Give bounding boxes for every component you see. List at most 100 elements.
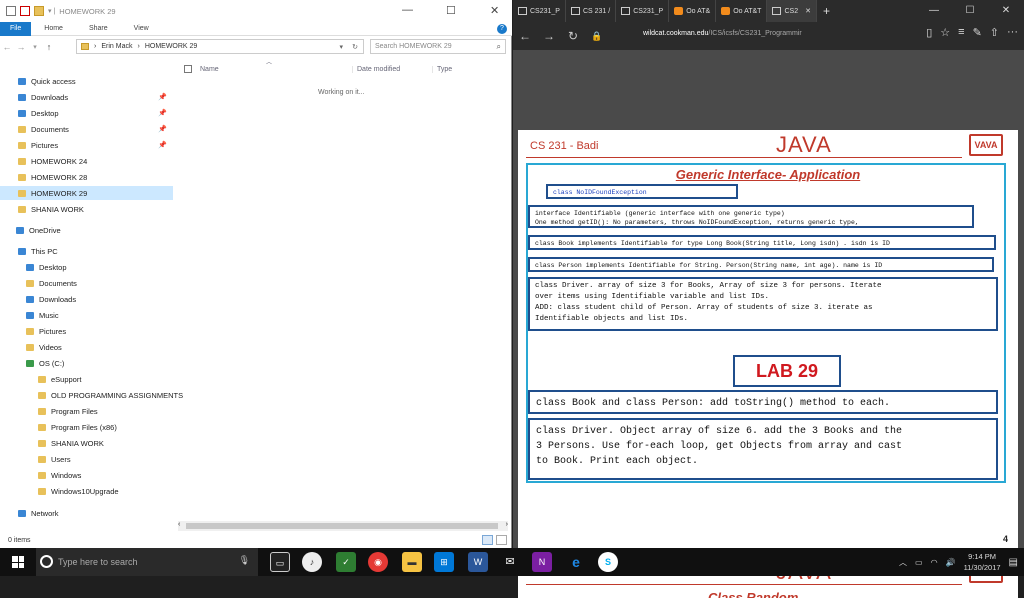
minimize-button[interactable]: — bbox=[916, 0, 952, 22]
favorite-star-icon[interactable]: ☆ bbox=[940, 26, 950, 39]
tab-file[interactable]: File bbox=[0, 21, 32, 36]
quick-access-dropdown-icon[interactable]: ▾ | bbox=[48, 7, 55, 15]
nav-item-program-files[interactable]: Program Files bbox=[38, 404, 193, 418]
back-icon[interactable]: ← bbox=[513, 29, 537, 43]
nav-item-desktop[interactable]: Desktop 📌 bbox=[18, 106, 173, 120]
pin-icon[interactable]: 📌 bbox=[158, 109, 167, 117]
address-input[interactable]: › Erin Mack › HOMEWORK 29 ▾ ↻ bbox=[76, 39, 364, 54]
nav-item-this-pc[interactable]: This PC bbox=[18, 244, 173, 258]
volume-icon[interactable]: 🔊 bbox=[946, 558, 956, 567]
tab-share[interactable]: Share bbox=[76, 22, 121, 36]
network-tray-icon[interactable]: ▭ bbox=[915, 558, 923, 567]
taskbar-search-input[interactable]: Type here to search 🎙 bbox=[36, 548, 258, 576]
scroll-left-icon[interactable]: ‹ bbox=[178, 521, 180, 528]
mail-icon[interactable]: ✉ bbox=[500, 552, 520, 572]
breadcrumb-erin-mack[interactable]: Erin Mack bbox=[101, 43, 132, 50]
up-icon[interactable]: ↑ bbox=[42, 42, 56, 52]
task-view-icon[interactable]: ▭ bbox=[270, 552, 290, 572]
tab-view[interactable]: View bbox=[121, 22, 162, 36]
action-center-icon[interactable]: ▤ bbox=[1009, 557, 1018, 568]
quick-access-properties-icon[interactable] bbox=[6, 6, 16, 16]
help-icon[interactable]: ? bbox=[497, 24, 507, 34]
chrome-icon[interactable]: ◉ bbox=[368, 552, 388, 572]
horizontal-scrollbar[interactable]: ‹ › bbox=[178, 521, 508, 531]
nav-item-onedrive[interactable]: OneDrive bbox=[16, 223, 171, 237]
cortana-icon[interactable] bbox=[40, 555, 53, 568]
forward-icon[interactable]: → bbox=[537, 29, 561, 43]
pin-icon[interactable]: 📌 bbox=[158, 125, 167, 133]
pin-icon[interactable]: 📌 bbox=[158, 93, 167, 101]
nav-item-pictures[interactable]: Pictures bbox=[26, 324, 181, 338]
nav-item-old-programming-assignments[interactable]: OLD PROGRAMMING ASSIGNMENTS bbox=[38, 388, 193, 402]
browser-tab-1[interactable]: CS 231 / bbox=[566, 0, 617, 22]
reading-view-icon[interactable]: ▯ bbox=[926, 26, 932, 39]
url-bar[interactable]: wildcat.cookman.edu/ICS/icsfs/CS231_Prog… bbox=[643, 30, 802, 37]
file-explorer-icon[interactable]: ▬ bbox=[402, 552, 422, 572]
tab-home[interactable]: Home bbox=[31, 22, 76, 36]
maximize-button[interactable]: ☐ bbox=[446, 4, 456, 17]
browser-tab-2[interactable]: CS231_P bbox=[616, 0, 670, 22]
scroll-right-icon[interactable]: › bbox=[506, 521, 508, 528]
select-all-checkbox[interactable] bbox=[184, 65, 192, 73]
back-icon[interactable]: ← bbox=[0, 42, 14, 52]
browser-tab-5[interactable]: CS2 ✕ bbox=[767, 0, 817, 22]
refresh-icon[interactable]: ↻ bbox=[352, 43, 358, 51]
close-button[interactable]: ✕ bbox=[988, 0, 1024, 22]
column-date-modified[interactable]: Date modified bbox=[352, 65, 432, 73]
store-icon[interactable]: ⊞ bbox=[434, 552, 454, 572]
nav-item-homework-29[interactable]: HOMEWORK 29 bbox=[0, 186, 173, 200]
nav-item-shania-work[interactable]: SHANIA WORK bbox=[18, 202, 173, 216]
details-view-button[interactable] bbox=[482, 535, 493, 545]
recent-dropdown-icon[interactable]: ▾ bbox=[28, 43, 42, 51]
breadcrumb-homework-29[interactable]: HOMEWORK 29 bbox=[145, 43, 198, 50]
minimize-button[interactable]: — bbox=[402, 4, 413, 16]
forward-icon[interactable]: → bbox=[14, 42, 28, 52]
microphone-icon[interactable]: 🎙 bbox=[239, 555, 250, 566]
word-icon[interactable]: W bbox=[468, 552, 488, 572]
nav-item-downloads[interactable]: Downloads 📌 bbox=[18, 90, 173, 104]
show-hidden-icons-icon[interactable]: ︿ bbox=[899, 557, 907, 568]
nav-item-quick-access[interactable]: Quick access bbox=[18, 74, 173, 88]
nav-item-documents[interactable]: Documents bbox=[26, 276, 181, 290]
browser-tab-0[interactable]: CS231_P bbox=[513, 0, 566, 22]
search-input[interactable]: Search HOMEWORK 29 ⌕ bbox=[370, 39, 506, 54]
wifi-icon[interactable]: ◠ bbox=[931, 558, 938, 567]
hub-icon[interactable]: ≡ bbox=[958, 26, 964, 39]
start-button[interactable] bbox=[0, 548, 36, 576]
nav-item-program-files-x86[interactable]: Program Files (x86) bbox=[38, 420, 193, 434]
close-button[interactable]: ✕ bbox=[490, 4, 499, 17]
browser-tab-3[interactable]: Oo AT& bbox=[669, 0, 717, 22]
nav-item-homework-24[interactable]: HOMEWORK 24 bbox=[18, 154, 173, 168]
nav-item-videos[interactable]: Videos bbox=[26, 340, 181, 354]
nav-item-downloads[interactable]: Downloads bbox=[26, 292, 181, 306]
address-dropdown-icon[interactable]: ▾ bbox=[339, 43, 343, 51]
share-icon[interactable]: ⇧ bbox=[990, 26, 999, 39]
nav-item-windows[interactable]: Windows bbox=[38, 468, 193, 482]
web-note-icon[interactable]: ✎ bbox=[973, 26, 982, 39]
large-icons-view-button[interactable] bbox=[496, 535, 507, 545]
nav-item-esupport[interactable]: eSupport bbox=[38, 372, 193, 386]
sway-icon[interactable]: ✓ bbox=[336, 552, 356, 572]
nav-item-homework-28[interactable]: HOMEWORK 28 bbox=[18, 170, 173, 184]
nav-item-documents[interactable]: Documents 📌 bbox=[18, 122, 173, 136]
scrollbar-thumb[interactable] bbox=[186, 523, 498, 529]
itunes-icon[interactable]: ♪ bbox=[302, 552, 322, 572]
nav-item-desktop[interactable]: Desktop bbox=[26, 260, 181, 274]
nav-item-windows10upgrade[interactable]: Windows10Upgrade bbox=[38, 484, 193, 498]
new-tab-icon[interactable]: + bbox=[817, 4, 836, 18]
nav-item-shania-work[interactable]: SHANIA WORK bbox=[38, 436, 193, 450]
pin-icon[interactable]: 📌 bbox=[158, 141, 167, 149]
quick-access-check-icon[interactable] bbox=[20, 6, 30, 16]
onenote-icon[interactable]: N bbox=[532, 552, 552, 572]
maximize-button[interactable]: ☐ bbox=[952, 0, 988, 22]
edge-icon[interactable]: e bbox=[566, 552, 586, 572]
nav-item-network[interactable]: Network bbox=[18, 506, 173, 520]
column-name[interactable]: Name bbox=[200, 66, 352, 73]
nav-item-music[interactable]: Music bbox=[26, 308, 181, 322]
column-type[interactable]: Type bbox=[432, 65, 452, 73]
close-tab-icon[interactable]: ✕ bbox=[805, 7, 811, 15]
skype-icon[interactable]: S bbox=[598, 552, 618, 572]
nav-item-os-c[interactable]: OS (C:) bbox=[26, 356, 181, 370]
nav-item-pictures[interactable]: Pictures 📌 bbox=[18, 138, 173, 152]
nav-item-users[interactable]: Users bbox=[38, 452, 193, 466]
